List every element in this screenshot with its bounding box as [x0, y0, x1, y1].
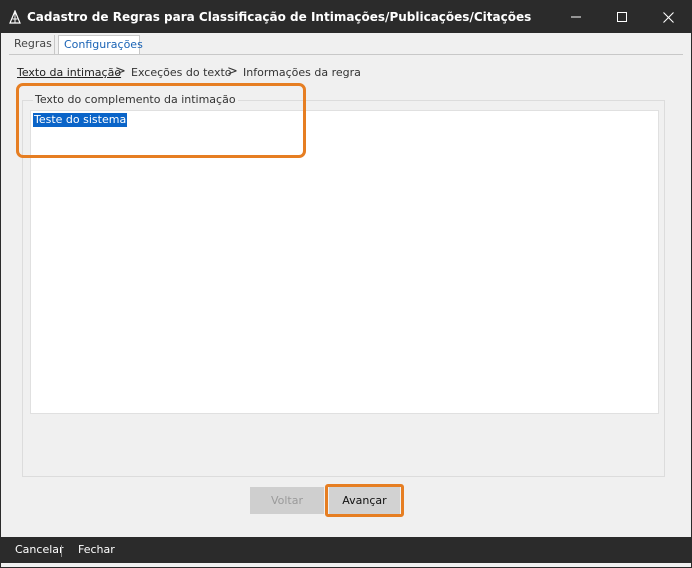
minimize-button[interactable]	[553, 1, 599, 33]
highlight-frame-legend	[16, 83, 306, 158]
tab-regras[interactable]: Regras	[9, 35, 55, 54]
tab-configuracoes[interactable]: Configurações	[58, 35, 143, 55]
window-title: Cadastro de Regras para Classificação de…	[27, 10, 532, 24]
maximize-icon	[617, 12, 627, 22]
dialog-window: Cadastro de Regras para Classificação de…	[0, 0, 692, 568]
maximize-button[interactable]	[599, 1, 645, 33]
breadcrumb-step-excecoes: Exceções do texto	[131, 66, 232, 79]
breadcrumb-separator: >	[115, 64, 126, 79]
title-bar[interactable]: Cadastro de Regras para Classificação de…	[1, 1, 691, 33]
tab-divider	[9, 54, 683, 55]
close-link[interactable]: Fechar	[78, 543, 115, 556]
footer-divider	[61, 545, 62, 557]
close-icon	[662, 11, 674, 23]
back-button[interactable]: Voltar	[250, 487, 324, 514]
close-button[interactable]	[645, 1, 691, 33]
cancel-link[interactable]: Cancelar	[15, 543, 64, 556]
breadcrumb-step-texto-intimacao[interactable]: Texto da intimação	[17, 66, 121, 79]
minimize-icon	[571, 16, 581, 18]
triangle-logo-icon	[9, 10, 21, 24]
breadcrumb-step-informacoes: Informações da regra	[243, 66, 361, 79]
breadcrumb-separator: >	[227, 64, 238, 79]
footer-bar: Cancelar Fechar	[1, 537, 691, 563]
highlight-frame-next	[325, 484, 404, 517]
